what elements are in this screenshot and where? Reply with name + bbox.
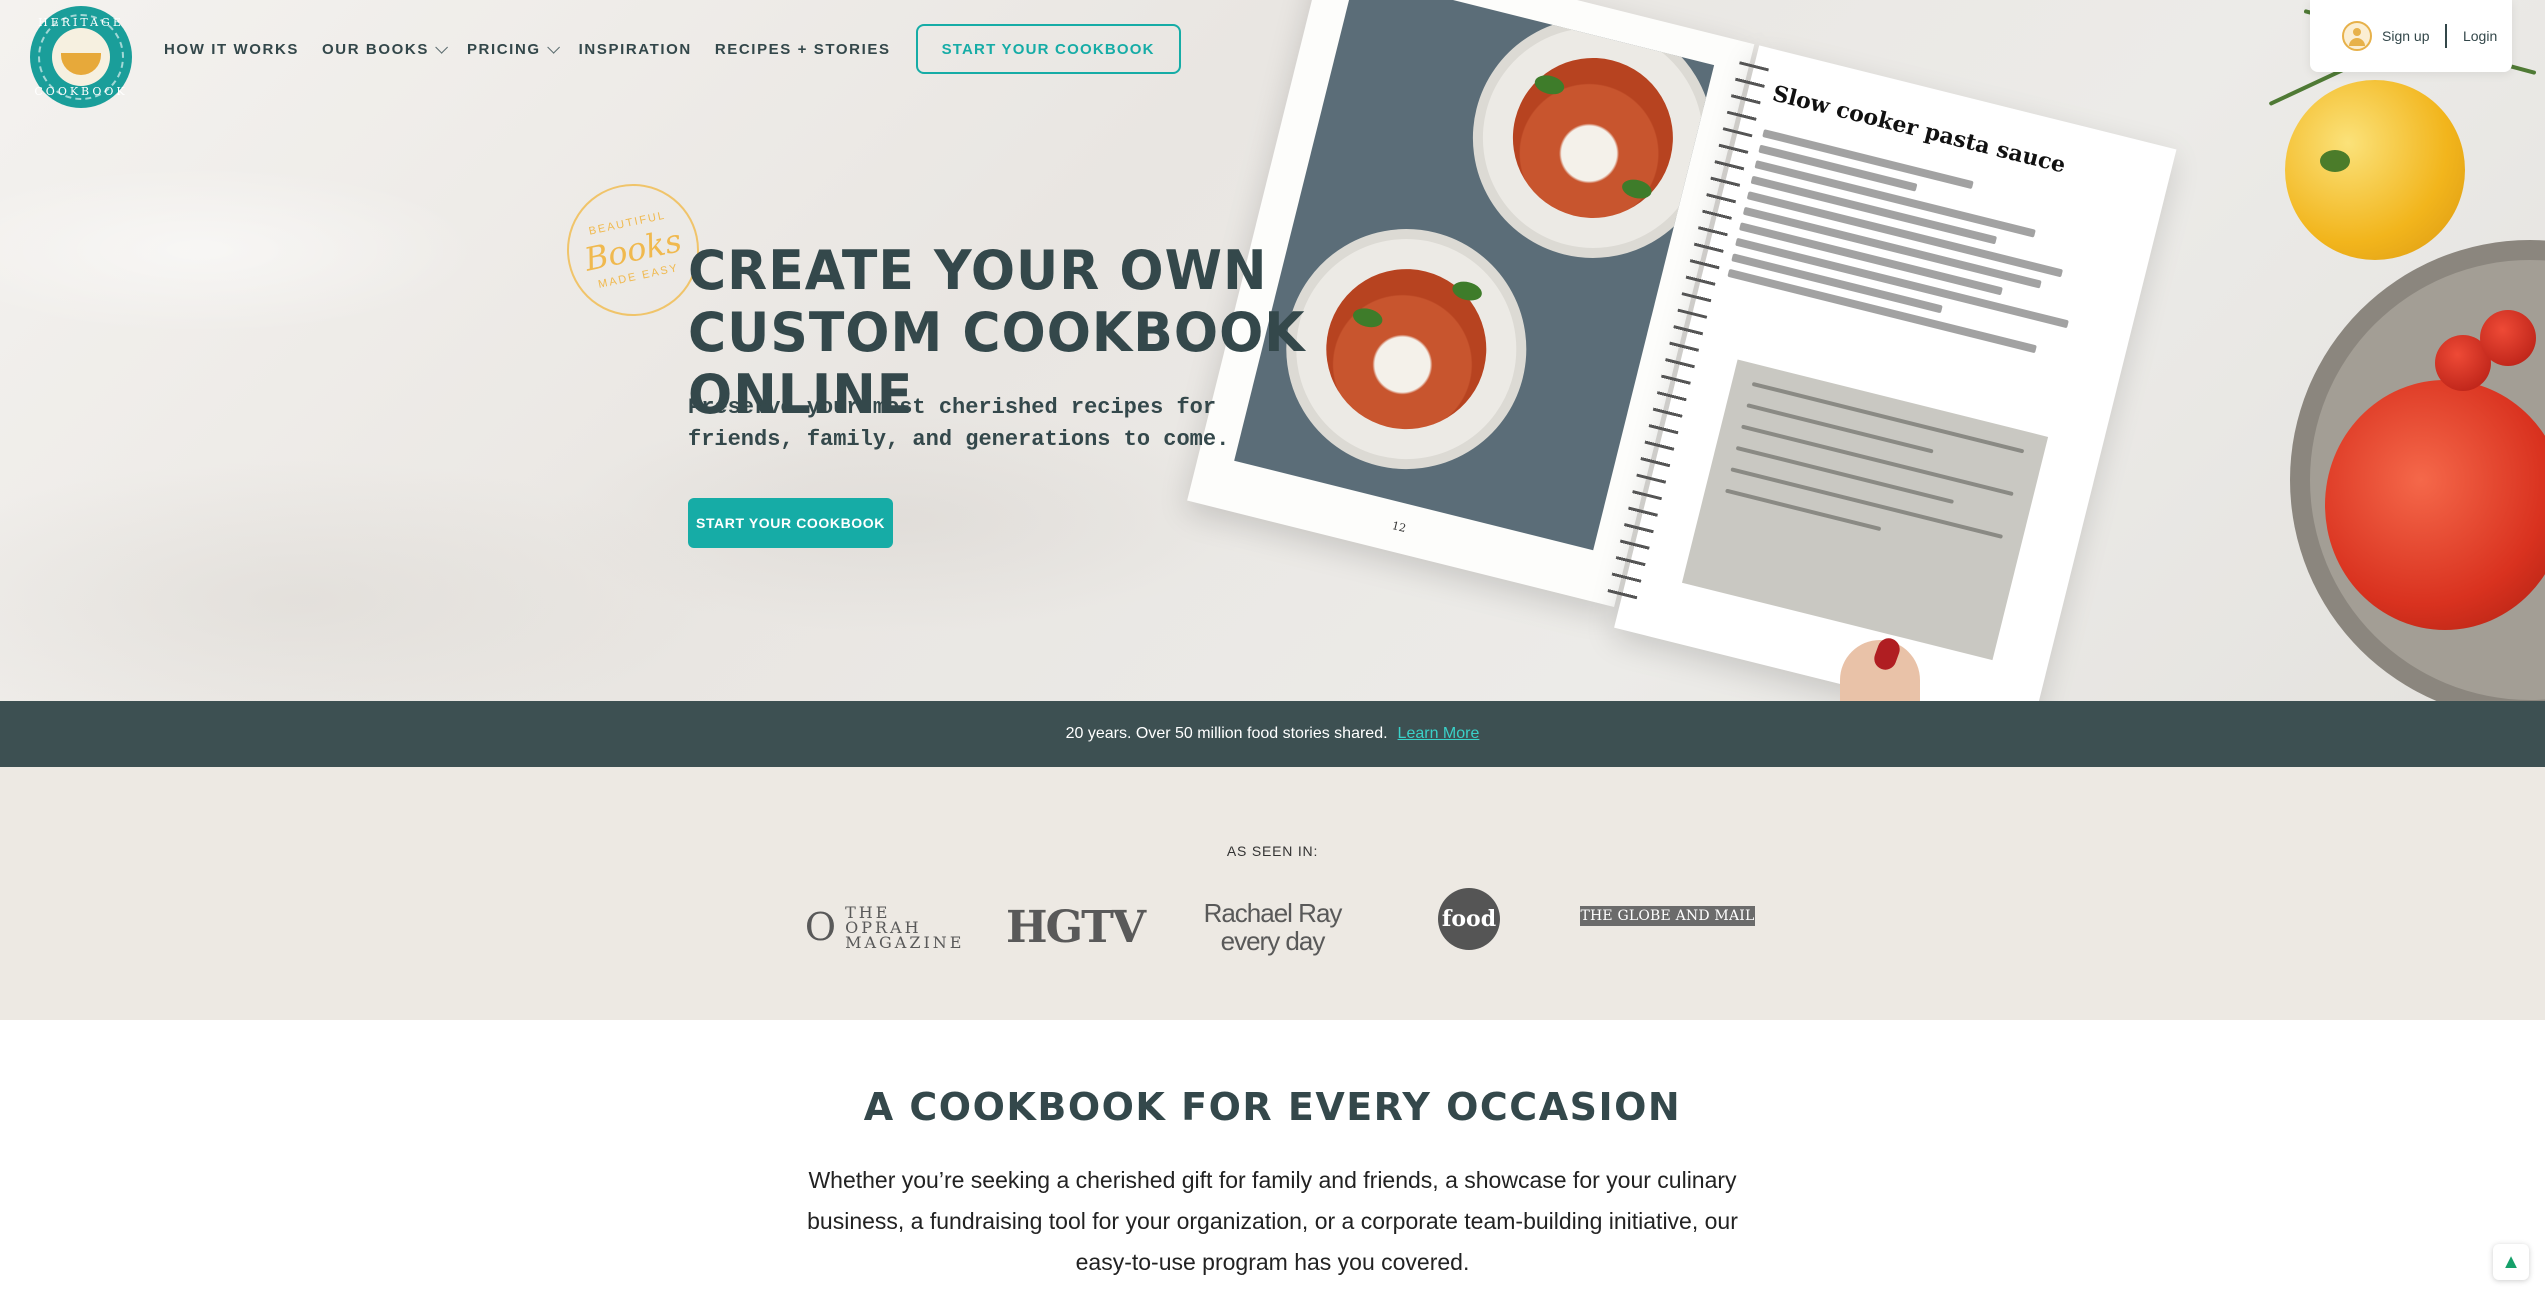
logo-text-top: HERITAGE xyxy=(38,16,124,29)
nav-pricing[interactable]: PRICING xyxy=(466,40,560,58)
left-page-number: 12 xyxy=(1390,519,1408,536)
nav-label: INSPIRATION xyxy=(578,40,692,58)
oprah-o-glyph: O xyxy=(804,904,840,949)
tomato-stem xyxy=(2320,150,2350,172)
login-link[interactable]: Login xyxy=(2463,28,2497,44)
accessibility-widget-button[interactable]: ▲ xyxy=(2493,1244,2529,1280)
learn-more-link[interactable]: Learn More xyxy=(1398,725,1480,743)
as-seen-in-section: AS SEEN IN: O THE OPRAH MAGAZINE HGTV Ra… xyxy=(0,767,2545,1020)
logo-text-bottom: COOKBOOK xyxy=(34,85,128,98)
globe-and-mail-logo: THE GLOBE AND MAIL xyxy=(1580,906,1755,926)
announcement-banner: 20 years. Over 50 million food stories s… xyxy=(0,701,2545,767)
nav-label: PRICING xyxy=(466,40,541,58)
occasion-body: Whether you’re seeking a cherished gift … xyxy=(807,1167,1738,1275)
hero-start-cookbook-button[interactable]: START YOUR COOKBOOK xyxy=(688,498,893,548)
nav-label: OUR BOOKS xyxy=(322,40,429,58)
signup-link[interactable]: Sign up xyxy=(2382,28,2429,44)
nav-our-books[interactable]: OUR BOOKS xyxy=(322,40,448,58)
main-nav: HOW IT WORKS OUR BOOKS PRICING INSPIRATI… xyxy=(164,0,1181,98)
nav-start-cookbook-button[interactable]: START YOUR COOKBOOK xyxy=(915,24,1181,74)
rachael-ray-every-day-logo: Rachael Ray every day xyxy=(1203,898,1343,956)
chevron-down-icon xyxy=(546,40,560,54)
oprah-magazine-logo: O THE OPRAH MAGAZINE xyxy=(800,887,965,967)
account-divider xyxy=(2445,24,2447,48)
pasta-plate xyxy=(1447,0,1715,284)
nav-label: HOW IT WORKS xyxy=(164,40,300,58)
oprah-logo-text: THE OPRAH MAGAZINE xyxy=(845,902,965,952)
as-seen-in-label: AS SEEN IN: xyxy=(1226,843,1319,859)
cherry-tomato xyxy=(2480,310,2536,366)
nav-how-it-works[interactable]: HOW IT WORKS xyxy=(164,41,299,58)
banner-text: 20 years. Over 50 million food stories s… xyxy=(1065,725,1388,742)
chevron-down-icon xyxy=(435,40,448,54)
accessibility-icon: ▲ xyxy=(2501,1250,2521,1273)
hgtv-logo: HGTV xyxy=(1005,901,1146,953)
user-icon[interactable] xyxy=(2342,21,2372,51)
heritage-cookbook-logo[interactable]: HERITAGE COOKBOOK xyxy=(30,6,132,108)
account-card: Sign up Login xyxy=(2310,0,2512,72)
nav-inspiration[interactable]: INSPIRATION xyxy=(579,41,692,58)
food-network-logo: food xyxy=(1438,888,1500,950)
hero-subtitle: Preserve your most cherished recipes for… xyxy=(688,395,1230,452)
yellow-tomato xyxy=(2285,80,2465,260)
nav-label: RECIPES + STORIES xyxy=(714,40,891,58)
nav-recipes-stories[interactable]: RECIPES + STORIES xyxy=(715,41,891,58)
occasion-section: A COOKBOOK FOR EVERY OCCASION Whether yo… xyxy=(0,1020,2545,1295)
hero-section: HERITAGE COOKBOOK HOW IT WORKS OUR BOOKS… xyxy=(0,0,2545,701)
occasion-title: A COOKBOOK FOR EVERY OCCASION xyxy=(863,1085,1682,1129)
cookbook-photo: 12 Slow cooker pasta sauce 13 xyxy=(1175,0,2225,701)
